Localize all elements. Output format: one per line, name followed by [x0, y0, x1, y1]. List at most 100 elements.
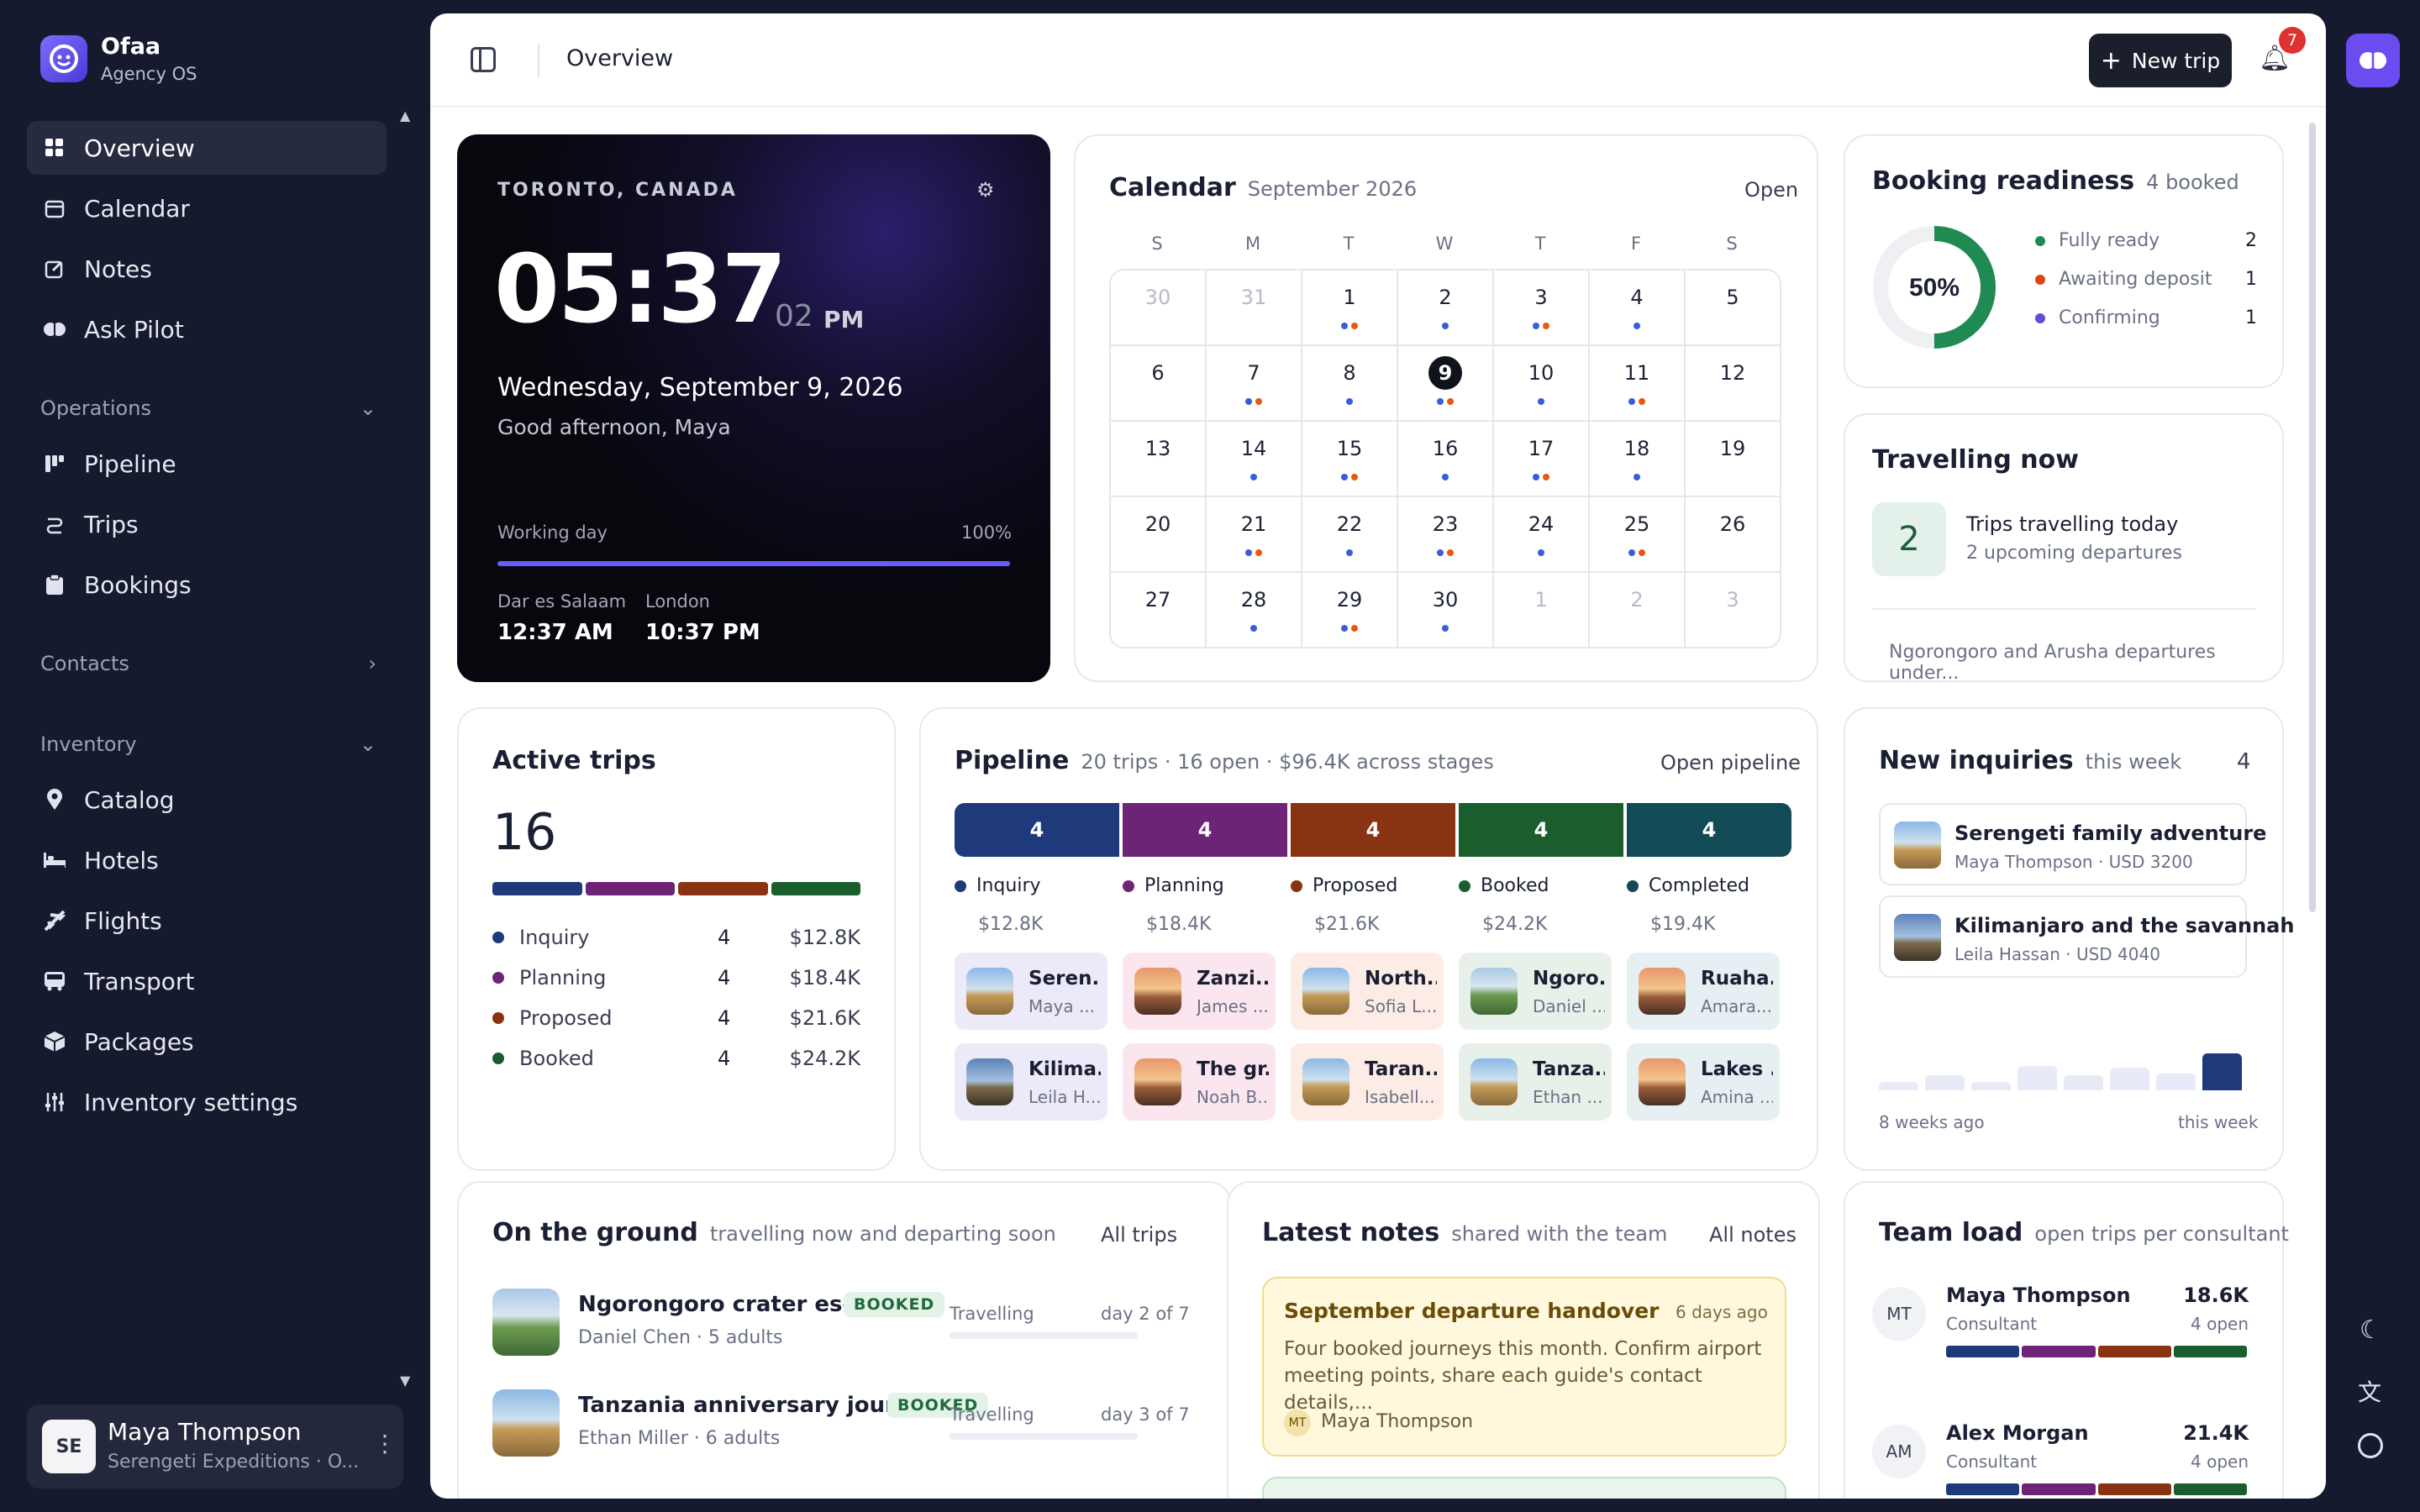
calendar-day[interactable]: 11: [1590, 346, 1686, 422]
more-vertical-icon[interactable]: ⋮: [373, 1430, 397, 1457]
inquiry-item[interactable]: Kilimanjaro and the savannah Leila Hassan…: [1879, 895, 2294, 978]
calendar-day[interactable]: 29: [1302, 573, 1398, 647]
translate-icon[interactable]: 文: [2358, 1374, 2381, 1408]
pipeline-trip-card[interactable]: Taran... Isabell...: [1291, 1043, 1444, 1121]
open-pipeline-link[interactable]: Open pipeline: [1660, 751, 1801, 774]
pipeline-stage-header[interactable]: 4: [1627, 803, 1791, 857]
pipeline-trip-card[interactable]: The gr... Noah B...: [1123, 1043, 1276, 1121]
section-inventory[interactable]: Inventory ⌄: [40, 732, 376, 756]
calendar-day[interactable]: 22: [1302, 497, 1398, 573]
note-card[interactable]: September departure handover 6 days ago …: [1262, 1277, 1786, 1457]
calendar-day[interactable]: 1: [1302, 270, 1398, 346]
scroll-down-icon[interactable]: ▼: [400, 1373, 410, 1389]
scroll-up-icon[interactable]: ▲: [400, 108, 410, 123]
active-stage-row[interactable]: Proposed 4 $21.6K: [492, 1006, 860, 1030]
calendar-day-number: 10: [1528, 361, 1555, 385]
user-card[interactable]: SE Maya Thompson Serengeti Expeditions ·…: [27, 1404, 403, 1488]
pipeline-trip-card[interactable]: Zanzi... James ...: [1123, 953, 1276, 1030]
calendar-day[interactable]: 19: [1686, 422, 1780, 497]
pipeline-trip-card[interactable]: Ruaha... Amara...: [1627, 953, 1780, 1030]
all-trips-link[interactable]: All trips: [1101, 1223, 1177, 1247]
calendar-day[interactable]: 5: [1686, 270, 1780, 346]
palette-icon[interactable]: [2358, 1433, 2383, 1458]
brand-logo-icon[interactable]: [40, 35, 87, 82]
calendar-day[interactable]: 12: [1686, 346, 1780, 422]
calendar-day[interactable]: 9: [1398, 346, 1494, 422]
calendar-day[interactable]: 2: [1398, 270, 1494, 346]
calendar-day[interactable]: 31: [1207, 270, 1302, 346]
calendar-day[interactable]: 3: [1686, 573, 1780, 647]
nav-transport[interactable]: Transport: [27, 954, 387, 1008]
calendar-day[interactable]: 4: [1590, 270, 1686, 346]
calendar-day-number: 25: [1623, 512, 1650, 536]
calendar-day[interactable]: 3: [1494, 270, 1590, 346]
nav-pipeline[interactable]: Pipeline: [27, 437, 387, 491]
calendar-day[interactable]: 18: [1590, 422, 1686, 497]
nav-bookings[interactable]: Bookings: [27, 558, 387, 612]
calendar-day[interactable]: 15: [1302, 422, 1398, 497]
nav-trips[interactable]: Trips: [27, 497, 387, 551]
pipeline-trip-card[interactable]: North... Sofia L...: [1291, 953, 1444, 1030]
calendar-day-number: 13: [1144, 437, 1171, 460]
nav-catalog[interactable]: Catalog: [27, 773, 387, 827]
calendar-day[interactable]: 2: [1590, 573, 1686, 647]
pipeline-trip-card[interactable]: Tanza... Ethan ...: [1459, 1043, 1612, 1121]
calendar-day[interactable]: 20: [1111, 497, 1207, 573]
calendar-day[interactable]: 7: [1207, 346, 1302, 422]
inquiry-item[interactable]: Serengeti family adventure Maya Thompson …: [1879, 803, 2266, 885]
calendar-day[interactable]: 25: [1590, 497, 1686, 573]
pipeline-stage-header[interactable]: 4: [955, 803, 1119, 857]
calendar-day[interactable]: 6: [1111, 346, 1207, 422]
member-name[interactable]: Alex Morgan: [1946, 1421, 2089, 1445]
all-notes-link[interactable]: All notes: [1709, 1223, 1797, 1247]
pipeline-stage-header[interactable]: 4: [1291, 803, 1455, 857]
nav-flights[interactable]: Flights: [27, 894, 387, 948]
calendar-day[interactable]: 27: [1111, 573, 1207, 647]
pipeline-trip-card[interactable]: Kilima... Leila H...: [955, 1043, 1107, 1121]
pipeline-stage-header[interactable]: 4: [1459, 803, 1623, 857]
calendar-day[interactable]: 24: [1494, 497, 1590, 573]
calendar-day[interactable]: 13: [1111, 422, 1207, 497]
scrollbar[interactable]: [2309, 123, 2316, 912]
pipeline-trip-card[interactable]: Ngoro... Daniel ...: [1459, 953, 1612, 1030]
calendar-day[interactable]: 28: [1207, 573, 1302, 647]
pipeline-stage-header[interactable]: 4: [1123, 803, 1287, 857]
calendar-day[interactable]: 8: [1302, 346, 1398, 422]
note-card[interactable]: [1262, 1477, 1786, 1499]
calendar-day[interactable]: 1: [1494, 573, 1590, 647]
new-trip-button[interactable]: + New trip: [2089, 34, 2232, 87]
active-stage-row[interactable]: Booked 4 $24.2K: [492, 1047, 860, 1070]
section-operations[interactable]: Operations ⌄: [40, 396, 376, 420]
calendar-day[interactable]: 10: [1494, 346, 1590, 422]
calendar-day[interactable]: 16: [1398, 422, 1494, 497]
nav-overview[interactable]: Overview: [27, 121, 387, 175]
calendar-day[interactable]: 17: [1494, 422, 1590, 497]
calendar-day[interactable]: 23: [1398, 497, 1494, 573]
sidebar-toggle-icon[interactable]: [471, 47, 496, 72]
nav-calendar[interactable]: Calendar: [27, 181, 387, 235]
nav-notes[interactable]: Notes: [27, 242, 387, 296]
calendar-day[interactable]: 14: [1207, 422, 1302, 497]
active-stage-row[interactable]: Planning 4 $18.4K: [492, 966, 860, 990]
calendar-day[interactable]: 21: [1207, 497, 1302, 573]
calendar-day[interactable]: 30: [1398, 573, 1494, 647]
travelling-footer[interactable]: Ngorongoro and Arusha departures under..…: [1889, 642, 2282, 684]
nav-ask-pilot[interactable]: Ask Pilot: [27, 302, 387, 356]
active-stage-row[interactable]: Inquiry 4 $12.8K: [492, 926, 860, 949]
moon-icon[interactable]: ☾: [2360, 1315, 2382, 1345]
section-contacts[interactable]: Contacts ›: [40, 652, 376, 675]
pilot-brain-button[interactable]: [2346, 34, 2400, 87]
calendar-day[interactable]: 30: [1111, 270, 1207, 346]
nav-inventory-settings[interactable]: Inventory settings: [27, 1075, 387, 1129]
calendar-open-link[interactable]: Open: [1744, 178, 1798, 202]
nav-packages[interactable]: Packages: [27, 1015, 387, 1068]
trip-title[interactable]: Tanzania anniversary journ...: [578, 1393, 936, 1418]
settings-sliders-icon[interactable]: ⚙︎: [976, 178, 995, 202]
pipeline-trip-card[interactable]: Seren... Maya ...: [955, 953, 1107, 1030]
zone-time: 10:37 PM: [645, 620, 760, 645]
chart-to-label: this week: [2178, 1112, 2259, 1132]
calendar-day[interactable]: 26: [1686, 497, 1780, 573]
member-name[interactable]: Maya Thompson: [1946, 1284, 2131, 1307]
pipeline-trip-card[interactable]: Lakes ... Amina ...: [1627, 1043, 1780, 1121]
nav-hotels[interactable]: Hotels: [27, 833, 387, 887]
